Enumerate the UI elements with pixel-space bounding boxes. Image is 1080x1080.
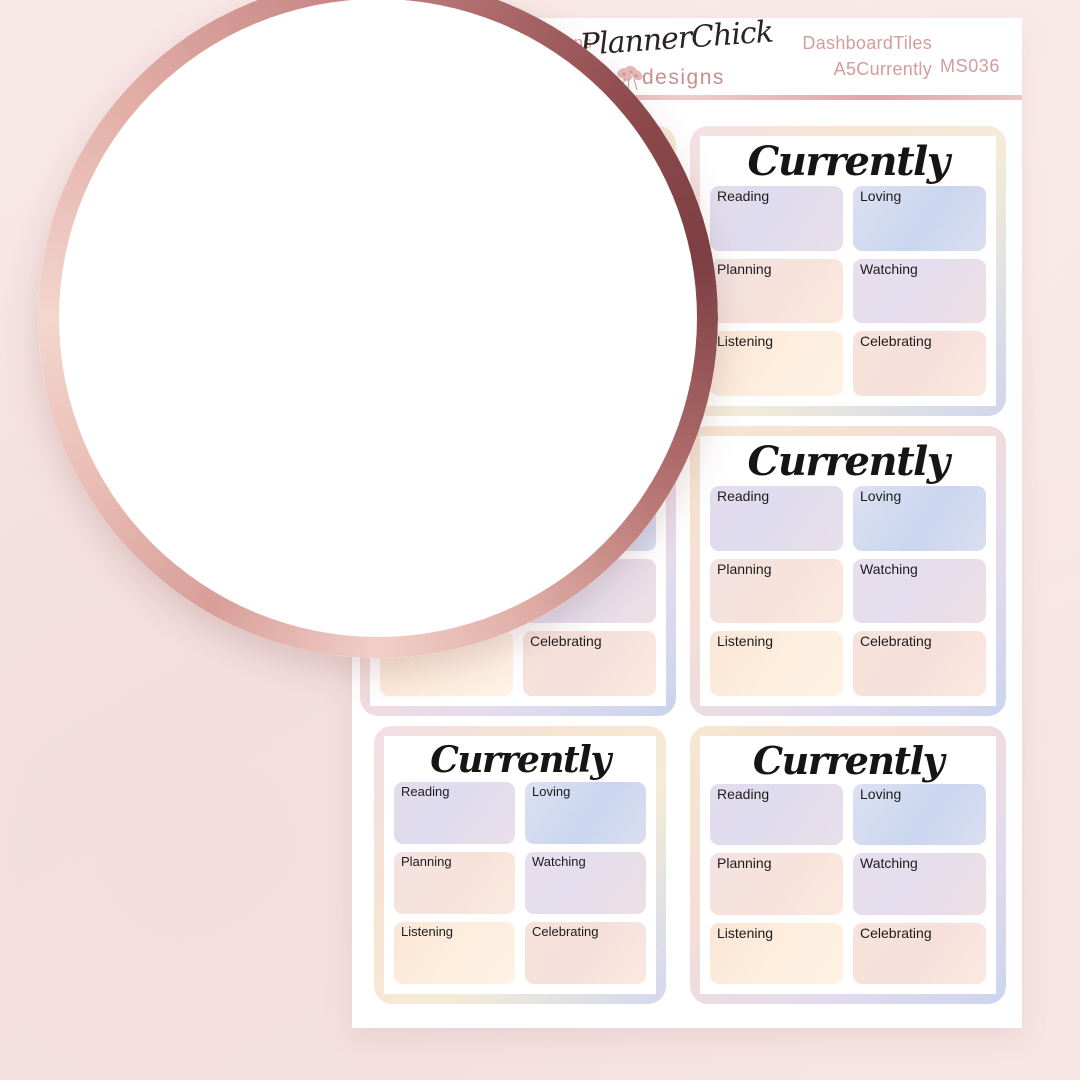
slot-label: Celebrating: [860, 333, 932, 350]
card-slots: Reading Loving Planning Watching Listeni…: [710, 784, 986, 984]
slot-label: Listening: [717, 333, 774, 350]
card-title: Currently: [752, 738, 945, 783]
slot-label: Listening: [717, 633, 774, 650]
slot-loving[interactable]: Loving: [853, 784, 986, 846]
card-middle-right[interactable]: Currently Reading Loving Planning Watchi…: [690, 426, 1006, 716]
slot-label: Watching: [860, 260, 918, 277]
slot-reading[interactable]: Reading: [710, 784, 843, 846]
slot-label: Loving: [860, 188, 902, 204]
slot-loving[interactable]: Loving: [853, 486, 986, 551]
slot-label: Listening: [401, 924, 454, 939]
slot-planning[interactable]: Planning: [394, 852, 515, 914]
slot-reading[interactable]: Reading: [710, 486, 843, 551]
slot-watching[interactable]: Watching: [853, 558, 986, 624]
canvas: erChickDesigns ick PlannerChick: [0, 0, 1080, 1080]
magnified-sheet: DashboardTiles Currently MS036b Currentl…: [38, 0, 718, 658]
slot-label: Celebrating: [532, 924, 599, 939]
slot-celebrating[interactable]: Celebrating: [853, 331, 986, 396]
slot-label: Planning: [401, 854, 452, 869]
slot-label: Watching: [860, 855, 918, 872]
slot-label: Reading: [717, 786, 770, 802]
slot-label: Listening: [717, 924, 774, 941]
slot-label: Planning: [717, 260, 772, 277]
slot-label: Reading: [401, 784, 450, 799]
slot-label: Planning: [717, 560, 772, 577]
magnifier-lens: DashboardTiles Currently MS036b Currentl…: [38, 0, 718, 658]
magnified-content: DashboardTiles Currently MS036b Currentl…: [38, 0, 718, 658]
slot-label: Loving: [860, 786, 902, 802]
slot-label: Loving: [532, 784, 571, 799]
card-inner: Currently Reading Loving Planning Watchi…: [384, 736, 656, 994]
card-bottom-left[interactable]: Currently Reading Loving Planning Watchi…: [374, 726, 666, 1004]
slot-label: Reading: [717, 188, 770, 204]
card-slots: Reading Loving Planning Watching Listeni…: [710, 486, 986, 696]
slot-label: Celebrating: [860, 924, 932, 941]
card-title: Currently: [430, 739, 611, 781]
card-bottom-right[interactable]: Currently Reading Loving Planning Watchi…: [690, 726, 1006, 1004]
product-title-line-2: A5Currently: [833, 59, 932, 80]
slot-reading[interactable]: Reading: [394, 782, 515, 844]
card-top-right[interactable]: Currently Reading Loving Planning Watchi…: [690, 126, 1006, 416]
product-title: DashboardTiles A5Currently: [764, 30, 932, 82]
card-slots: Reading Loving Planning Watching Listeni…: [710, 186, 986, 396]
card-slots: Reading Loving Planning Watching Listeni…: [394, 782, 646, 984]
slot-listening[interactable]: Listening: [394, 922, 515, 984]
slot-loving[interactable]: Loving: [525, 782, 646, 844]
slot-label: Watching: [532, 854, 586, 869]
card-title: Currently: [747, 138, 950, 185]
slot-label: Reading: [717, 488, 770, 504]
slot-label: Planning: [717, 855, 772, 872]
slot-listening[interactable]: Listening: [710, 922, 843, 984]
slot-planning[interactable]: Planning: [710, 853, 843, 915]
slot-watching[interactable]: Watching: [853, 258, 986, 324]
slot-label: Celebrating: [860, 633, 932, 650]
slot-label: Watching: [860, 560, 918, 577]
card-inner: Currently Reading Loving Planning Watchi…: [700, 736, 996, 994]
slot-label: Loving: [860, 488, 902, 504]
slot-watching[interactable]: Watching: [853, 853, 986, 915]
slot-listening[interactable]: Listening: [710, 631, 843, 696]
slot-celebrating[interactable]: Celebrating: [853, 922, 986, 984]
slot-celebrating[interactable]: Celebrating: [525, 922, 646, 984]
slot-celebrating[interactable]: Celebrating: [853, 631, 986, 696]
slot-planning[interactable]: Planning: [710, 558, 843, 624]
slot-listening[interactable]: Listening: [710, 331, 843, 396]
slot-loving[interactable]: Loving: [853, 186, 986, 251]
slot-watching[interactable]: Watching: [525, 852, 646, 914]
slot-planning[interactable]: Planning: [710, 258, 843, 324]
slot-reading[interactable]: Reading: [710, 186, 843, 251]
product-title-line-1: DashboardTiles: [802, 33, 932, 53]
product-code: MS036: [940, 56, 1001, 76]
card-title: Currently: [747, 438, 950, 485]
card-inner: Currently Reading Loving Planning Watchi…: [700, 136, 996, 406]
card-inner: Currently Reading Loving Planning Watchi…: [700, 436, 996, 706]
